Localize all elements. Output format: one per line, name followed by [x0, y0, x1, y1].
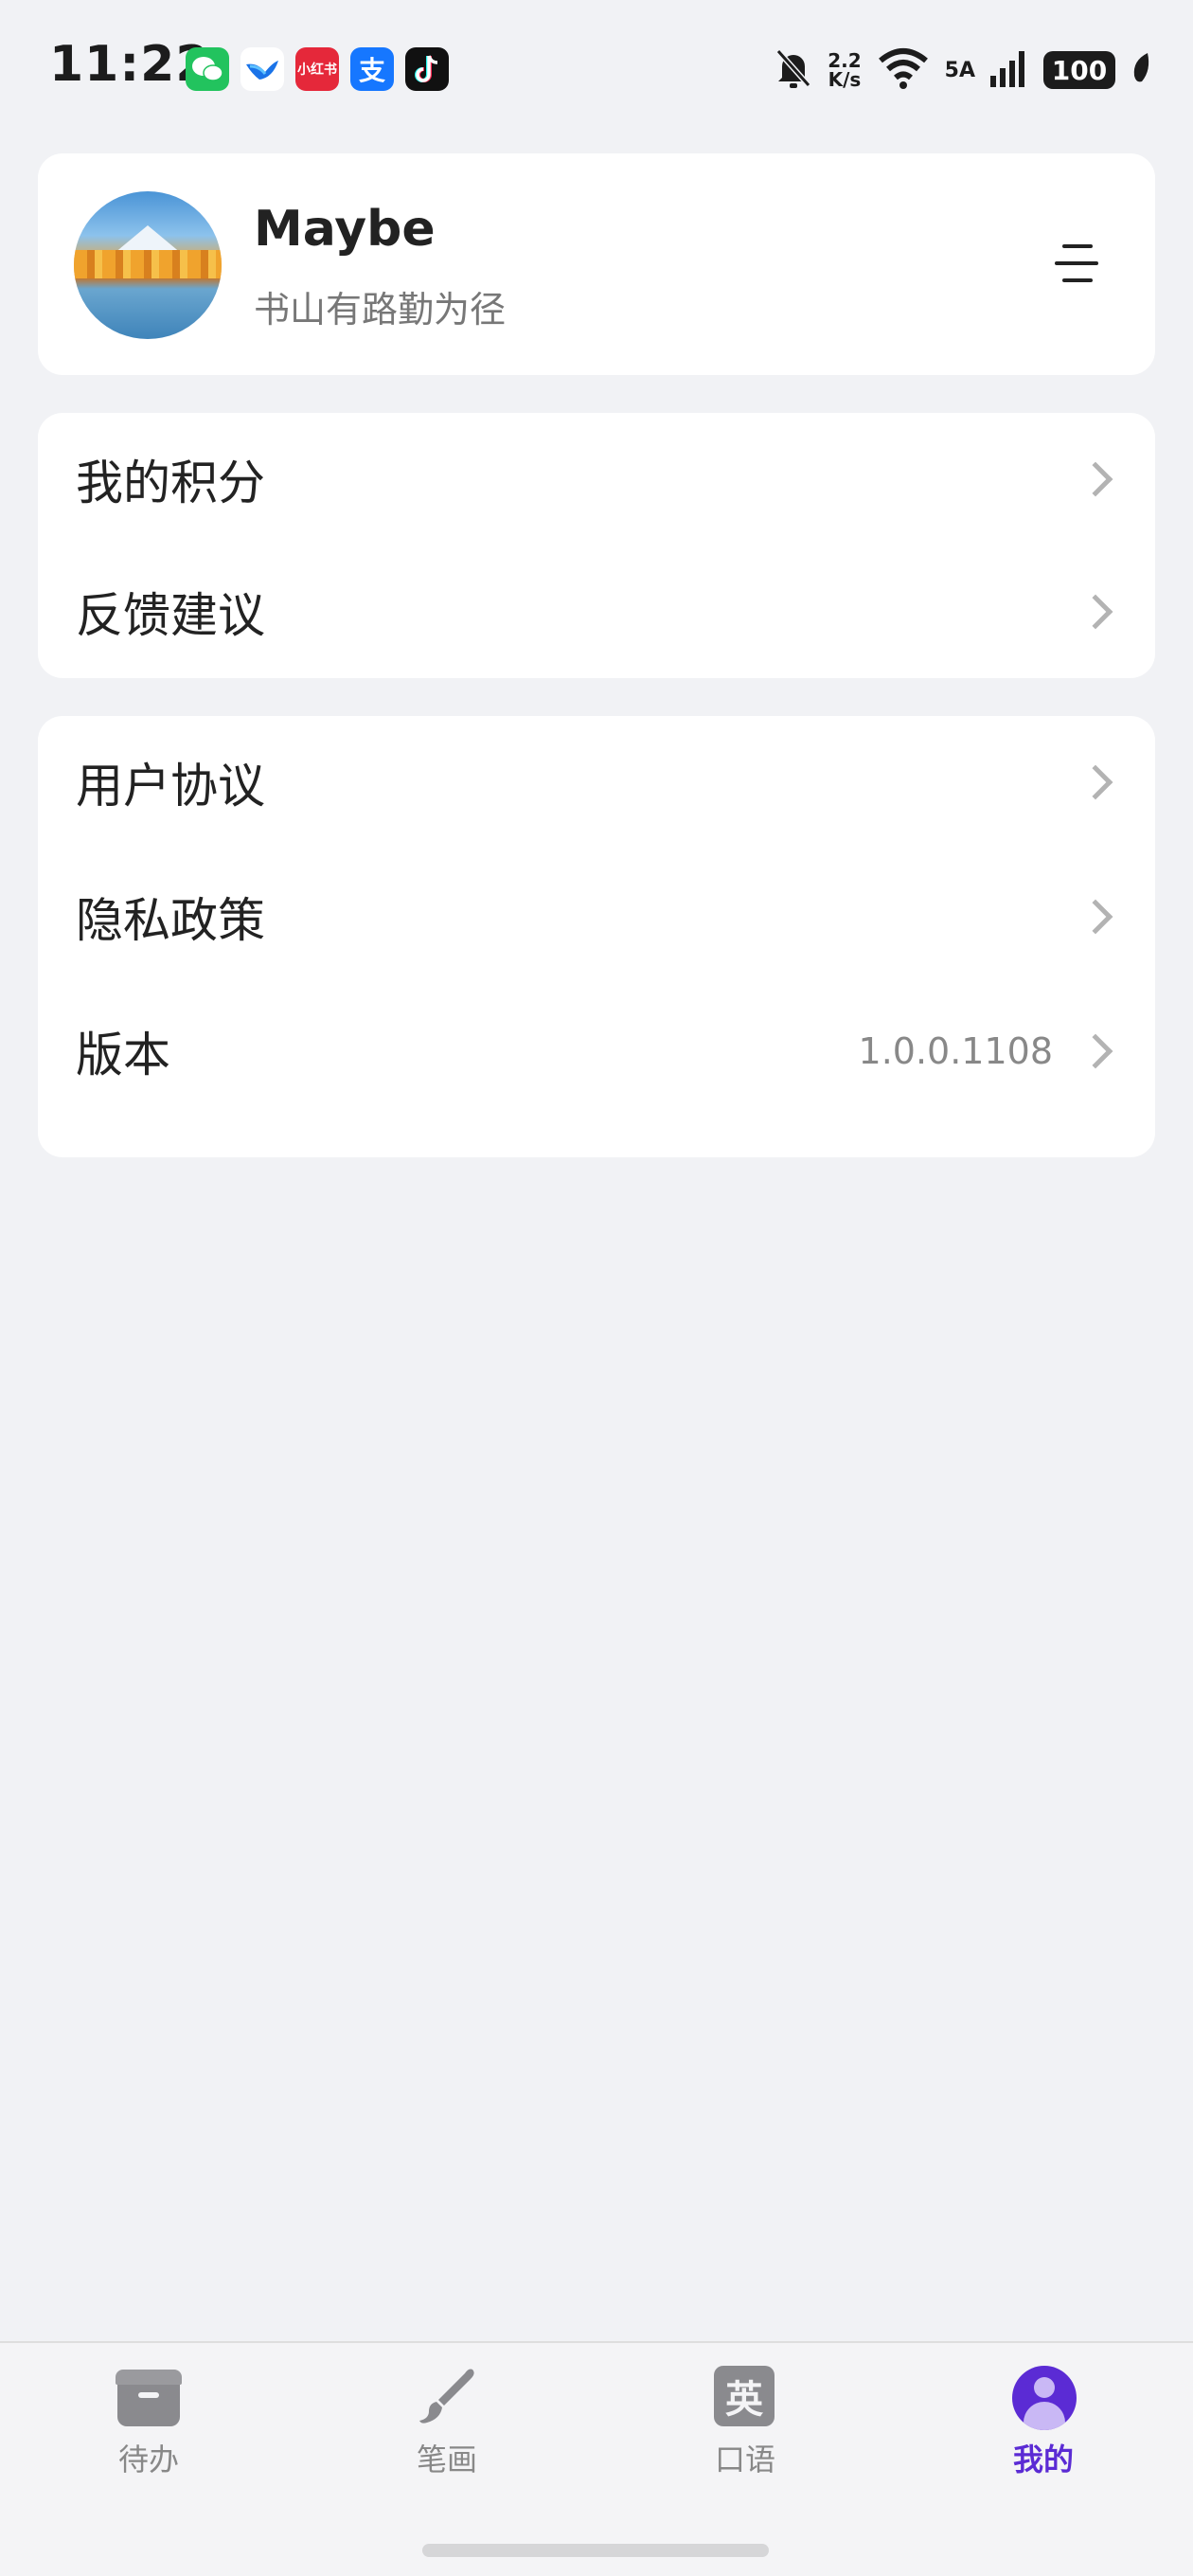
avatar[interactable] — [74, 191, 222, 339]
status-app-icons: 小红书 支 — [186, 47, 449, 91]
menu-item-feedback[interactable]: 反馈建议 — [38, 546, 1155, 678]
wifi-icon — [877, 47, 930, 93]
network-type: 5A — [944, 58, 975, 82]
leaf-icon — [1131, 51, 1151, 89]
battery-indicator: 100 — [1043, 51, 1115, 89]
menu-item-label: 隐私政策 — [76, 893, 265, 948]
profile-card[interactable]: Maybe 书山有路勤为径 — [38, 153, 1155, 375]
chevron-right-icon — [1077, 461, 1113, 497]
menu-group-2: 用户协议 隐私政策 版本 1.0.0.1108 — [38, 716, 1155, 1157]
nav-label: 我的 — [1012, 2442, 1074, 2478]
menu-item-points[interactable]: 我的积分 — [38, 413, 1155, 546]
net-speed: 2.2 K/s — [828, 49, 862, 91]
bell-muted-icon — [775, 47, 812, 93]
status-bar: 11:22 小红书 支 2.2 K/s 5A 100 — [0, 0, 1193, 142]
wechat-icon — [186, 47, 229, 91]
chevron-right-icon — [1077, 1033, 1113, 1069]
menu-group-1: 我的积分 反馈建议 — [38, 413, 1155, 678]
bird-icon — [240, 47, 284, 91]
menu-item-privacy-policy[interactable]: 隐私政策 — [38, 850, 1155, 983]
menu-icon[interactable] — [1055, 244, 1098, 282]
tiktok-icon — [405, 47, 449, 91]
xiaohongshu-icon: 小红书 — [295, 47, 339, 91]
nav-label: 口语 — [714, 2442, 775, 2478]
chevron-right-icon — [1077, 899, 1113, 935]
nav-label: 笔画 — [416, 2442, 477, 2478]
menu-item-label: 我的积分 — [76, 456, 265, 510]
menu-item-label: 版本 — [76, 1028, 170, 1082]
menu-item-user-agreement[interactable]: 用户协议 — [38, 716, 1155, 849]
nav-label: 待办 — [117, 2442, 179, 2478]
home-indicator[interactable] — [422, 2544, 769, 2557]
chevron-right-icon — [1077, 764, 1113, 800]
nav-item-mine[interactable]: 我的 — [949, 2366, 1138, 2498]
nav-item-strokes[interactable]: 笔画 — [352, 2366, 542, 2498]
brush-icon — [416, 2366, 478, 2428]
profile-motto: 书山有路勤为径 — [254, 289, 507, 331]
nav-item-speaking[interactable]: 英 口语 — [650, 2366, 840, 2498]
nav-item-todo[interactable]: 待办 — [54, 2366, 243, 2498]
menu-item-label: 反馈建议 — [76, 588, 265, 643]
status-right-icons: 2.2 K/s 5A 100 — [775, 45, 1151, 95]
user-icon — [1012, 2366, 1077, 2430]
todo-box-icon — [116, 2366, 182, 2428]
version-value: 1.0.0.1108 — [858, 1030, 1053, 1072]
bottom-nav: 待办 笔画 英 口语 我的 — [0, 2341, 1193, 2576]
english-char-icon: 英 — [714, 2366, 776, 2428]
menu-item-label: 用户协议 — [76, 759, 265, 814]
alipay-icon: 支 — [350, 47, 394, 91]
signal-icon — [990, 49, 1028, 91]
chevron-right-icon — [1077, 594, 1113, 630]
menu-item-version[interactable]: 版本 1.0.0.1108 — [38, 985, 1155, 1118]
profile-name: Maybe — [254, 201, 436, 258]
